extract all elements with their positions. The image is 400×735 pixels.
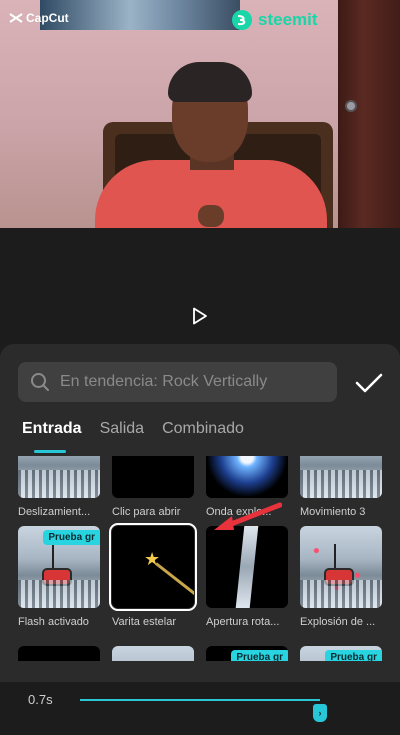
steemit-watermark: steemit	[232, 10, 318, 30]
animation-panel: En tendencia: Rock Vertically Entrada Sa…	[0, 344, 400, 735]
video-preview[interactable]: CapCut steemit	[0, 0, 400, 228]
duration-slider-track[interactable]	[80, 699, 320, 701]
effect-label: Varita estelar	[112, 616, 176, 628]
search-icon	[31, 373, 49, 391]
trial-badge: Prueba gr	[43, 530, 100, 545]
confirm-button[interactable]	[354, 368, 384, 398]
checkmark-icon	[355, 373, 383, 393]
wall-painting	[40, 0, 240, 30]
animation-tabs: Entrada Salida Combinado	[22, 420, 244, 453]
effect-item[interactable]	[18, 646, 100, 661]
steemit-logo-icon	[232, 10, 252, 30]
steemit-watermark-text: steemit	[258, 10, 318, 29]
effect-label: Apertura rota...	[206, 616, 280, 628]
effect-thumbnail[interactable]	[112, 456, 194, 498]
effect-label: Movimiento 3	[300, 506, 366, 518]
effect-thumbnail[interactable]: Prueba gr	[300, 646, 382, 661]
door-knob	[345, 100, 357, 112]
effect-item-apertura-rotativa[interactable]: Apertura rota...	[206, 526, 288, 628]
effect-item-onda-explosiva[interactable]: Onda explo...	[206, 456, 288, 518]
door	[338, 0, 400, 228]
effect-item[interactable]	[112, 646, 194, 661]
effect-thumbnail[interactable]	[18, 646, 100, 661]
effect-thumbnail[interactable]: Prueba gr	[18, 526, 100, 608]
effect-label: Clic para abrir	[112, 506, 181, 518]
effect-thumbnail[interactable]	[300, 526, 382, 608]
effect-thumbnail-selected[interactable]: ★	[109, 523, 197, 611]
effects-grid-viewport[interactable]: Deslizamient... Clic para abrir Onda exp…	[0, 456, 400, 661]
capcut-watermark: CapCut	[9, 11, 69, 25]
tab-combinado[interactable]: Combinado	[162, 420, 244, 450]
duration-label: 0.7s	[28, 692, 53, 707]
effect-thumbnail[interactable]	[206, 456, 288, 498]
effects-editor-screen: CapCut steemit En tendencia: Rock Vertic…	[0, 0, 400, 735]
effect-item-flash-activado[interactable]: Prueba gr Flash activado	[18, 526, 100, 628]
play-icon	[193, 307, 207, 325]
effect-item-varita-estelar[interactable]: ★ Varita estelar	[109, 523, 197, 628]
effect-thumbnail[interactable]	[112, 646, 194, 661]
duration-slider-handle[interactable]: ›	[313, 704, 327, 722]
person-hair	[168, 62, 252, 102]
capcut-watermark-text: CapCut	[26, 11, 69, 25]
tab-entrada[interactable]: Entrada	[22, 420, 82, 453]
effect-item-clic-para-abrir[interactable]: Clic para abrir	[112, 456, 194, 518]
trial-badge: Prueba gr	[231, 650, 288, 661]
effect-thumbnail[interactable]	[18, 456, 100, 498]
person-hands	[198, 205, 224, 227]
effect-thumbnail[interactable]	[206, 526, 288, 608]
effect-item-movimiento-3[interactable]: Movimiento 3	[300, 456, 382, 518]
search-placeholder: En tendencia: Rock Vertically	[60, 373, 268, 390]
effect-label: Flash activado	[18, 616, 89, 628]
effect-label: Deslizamient...	[18, 506, 91, 518]
search-input[interactable]: En tendencia: Rock Vertically	[18, 362, 337, 402]
play-button[interactable]	[189, 305, 211, 327]
effect-item-explosion[interactable]: Explosión de ...	[300, 526, 382, 628]
effect-thumbnail[interactable]	[300, 456, 382, 498]
effect-label: Onda explo...	[206, 506, 272, 518]
effect-item[interactable]: Prueba gr	[206, 646, 288, 661]
capcut-logo-icon	[9, 13, 23, 23]
effect-label: Explosión de ...	[300, 616, 376, 628]
effect-thumbnail[interactable]: Prueba gr	[206, 646, 288, 661]
trial-badge: Prueba gr	[325, 650, 382, 661]
effect-item[interactable]: Prueba gr	[300, 646, 382, 661]
tab-salida[interactable]: Salida	[100, 420, 144, 450]
duration-slider-bar: 0.7s ›	[0, 682, 400, 735]
effect-item-deslizamiento[interactable]: Deslizamient...	[18, 456, 100, 518]
